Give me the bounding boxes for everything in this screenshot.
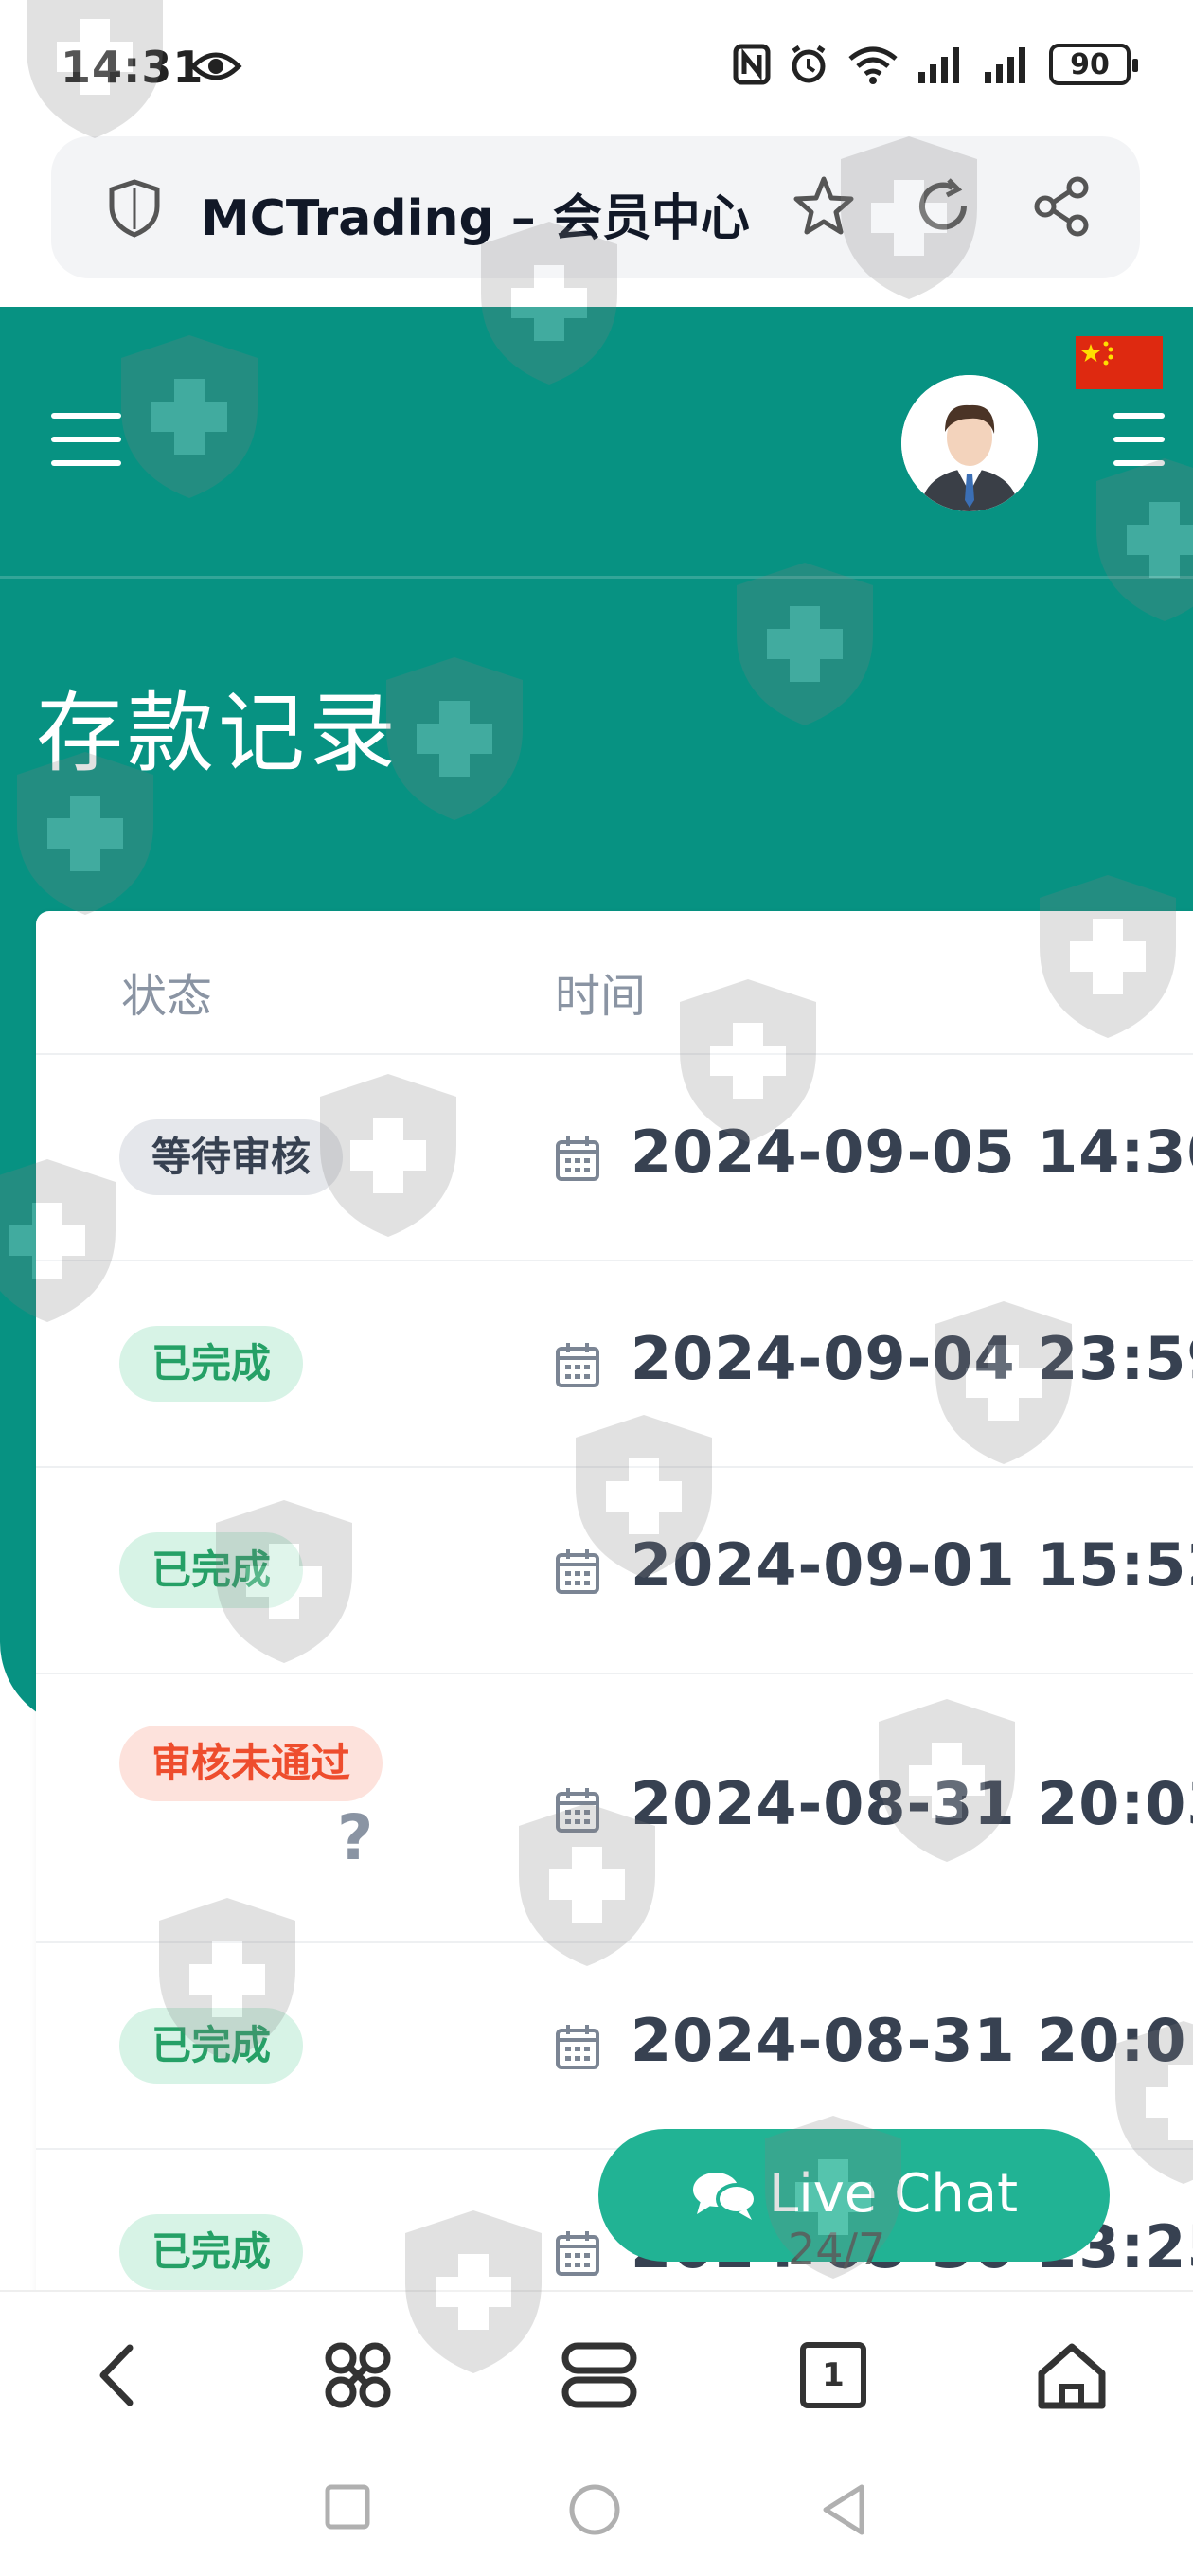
row-time: 2024-08-31 20:03:0	[631, 1769, 1193, 1838]
signal-icon-2	[985, 47, 1025, 83]
table-header: 状态 时间	[36, 911, 1193, 1055]
live-chat-button[interactable]: Live Chat 24/7	[598, 2129, 1110, 2275]
wifi-icon	[848, 46, 898, 84]
cn-flag-icon[interactable]	[1076, 336, 1163, 389]
live-chat-sublabel: 24/7	[788, 2224, 886, 2275]
status-badge: 已完成	[119, 1326, 304, 1402]
calendar-icon	[556, 2231, 599, 2276]
calendar-icon	[556, 2025, 599, 2069]
refresh-icon[interactable]	[911, 174, 975, 239]
alarm-icon	[792, 45, 826, 83]
tab-count: 1	[800, 2342, 866, 2408]
calendar-icon	[556, 1549, 599, 1594]
table-row[interactable]: 等待审核 2024-09-05 14:30:3	[36, 1055, 1193, 1261]
menu-line	[1113, 460, 1165, 466]
avatar[interactable]	[901, 375, 1038, 511]
deposit-records-table: 状态 时间 等待审核 2024-09-05 14:30:3 已完成 2024-0…	[36, 911, 1193, 2294]
shield-icon[interactable]	[106, 178, 163, 239]
signal-icon-1	[918, 47, 959, 83]
status-badge: 已完成	[119, 2008, 304, 2084]
calendar-icon	[556, 1136, 599, 1181]
features-button[interactable]	[320, 2337, 396, 2413]
row-time: 2024-09-05 14:30:3	[631, 1118, 1193, 1187]
menu-line	[51, 460, 121, 466]
status-icons: 90	[733, 44, 1138, 85]
table-row[interactable]: 审核未通过 ? 2024-08-31 20:03:0	[36, 1674, 1193, 1943]
recents-icon[interactable]	[324, 2483, 371, 2531]
status-time: 14:31	[61, 42, 205, 93]
home-icon	[1038, 2343, 1106, 2409]
star-icon[interactable]	[792, 174, 856, 239]
status-badge: 已完成	[119, 2214, 304, 2290]
calendar-icon	[556, 1343, 599, 1387]
page-title: 存款记录	[36, 683, 401, 784]
battery-indicator: 90	[1049, 44, 1138, 85]
user-menu-button[interactable]	[1113, 413, 1165, 468]
url-title[interactable]: MCTrading – 会员中心	[201, 178, 750, 249]
live-chat-label: Live Chat	[769, 2163, 1019, 2225]
column-header-status: 状态	[121, 970, 213, 1023]
table-row[interactable]: 已完成 2024-09-01 15:52:3	[36, 1468, 1193, 1674]
help-icon[interactable]: ?	[337, 1801, 373, 1874]
home-button[interactable]	[1034, 2337, 1110, 2413]
topnav-divider	[0, 576, 1193, 579]
back-triangle-icon[interactable]	[820, 2483, 867, 2536]
stacked-menu-icon	[561, 2342, 637, 2408]
share-icon[interactable]	[1030, 174, 1095, 239]
system-nav-bar	[0, 2451, 1193, 2576]
sidebar-menu-button[interactable]	[51, 413, 121, 468]
status-badge: 等待审核	[119, 1119, 344, 1195]
column-header-time: 时间	[555, 970, 647, 1023]
status-badge: 审核未通过	[119, 1726, 383, 1801]
status-bar: 14:31 90	[0, 0, 1193, 133]
tabs-button[interactable]: 1	[795, 2337, 871, 2413]
menu-line	[1113, 437, 1165, 442]
calendar-icon	[556, 1788, 599, 1833]
row-time: 2024-09-04 23:59:0	[631, 1324, 1193, 1393]
menu-line	[51, 437, 121, 442]
flag-stars	[1081, 341, 1113, 366]
chat-bubbles-icon	[693, 2173, 757, 2220]
table-row[interactable]: 已完成 2024-09-04 23:59:0	[36, 1261, 1193, 1468]
menu-line	[1113, 413, 1165, 419]
back-button[interactable]	[80, 2337, 155, 2413]
status-badge: 已完成	[119, 1532, 304, 1608]
avatar-icon	[901, 375, 1038, 511]
command-icon	[325, 2342, 391, 2408]
menu-line	[51, 413, 121, 419]
row-time: 2024-09-01 15:52:3	[631, 1530, 1193, 1600]
row-time: 2024-08-31 20:01:5	[631, 2006, 1193, 2075]
url-bar[interactable]: MCTrading – 会员中心	[51, 136, 1140, 278]
table-row[interactable]: 已完成 2024-08-31 20:01:5	[36, 1943, 1193, 2150]
eye-icon	[189, 52, 242, 80]
menu-button[interactable]	[557, 2337, 642, 2413]
chevron-left-icon	[99, 2344, 134, 2406]
url-actions	[792, 174, 1095, 239]
browser-toolbar: 1	[0, 2290, 1193, 2451]
nfc-icon	[733, 44, 771, 85]
home-circle-icon[interactable]	[568, 2483, 621, 2536]
